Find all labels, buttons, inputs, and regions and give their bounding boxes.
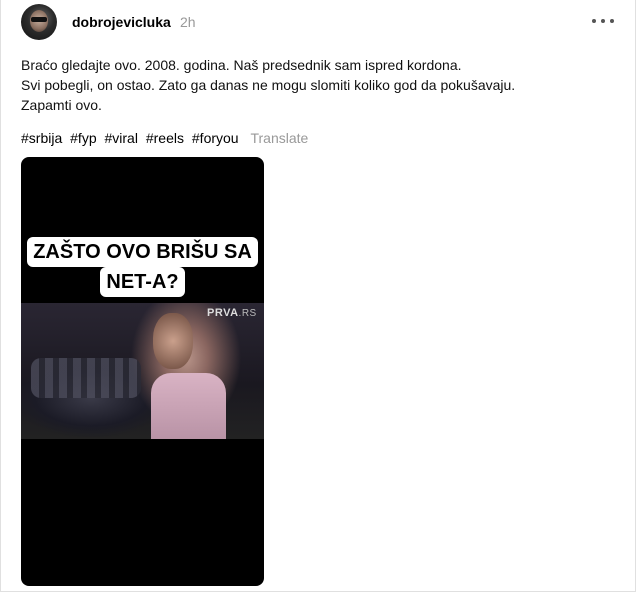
post-card: dobrojevicluka 2h Braćo gledajte ovo. 20… xyxy=(0,0,636,592)
video-frame xyxy=(21,303,264,439)
headline-line-1: ZAŠTO OVO BRIŠU SA xyxy=(27,237,258,267)
hashtag-row: #srbija #fyp #viral #reels #foryou Trans… xyxy=(21,130,308,146)
police-cordon xyxy=(31,358,141,398)
dot xyxy=(610,19,614,23)
headline-line-2: NET-A? xyxy=(100,267,185,297)
avatar-sunglasses xyxy=(31,17,47,22)
username-link[interactable]: dobrojevicluka xyxy=(72,14,171,30)
watermark-suffix: .RS xyxy=(238,308,257,319)
avatar[interactable] xyxy=(21,4,57,40)
hashtag-link[interactable]: #foryou xyxy=(192,130,239,146)
translate-link[interactable]: Translate xyxy=(250,130,308,146)
channel-watermark: PRVA.RS xyxy=(207,307,257,319)
more-options-icon[interactable] xyxy=(592,12,614,30)
person-head xyxy=(153,313,193,369)
caption-line: Braćo gledajte ovo. 2008. godina. Naš pr… xyxy=(21,57,462,73)
person-shirt xyxy=(151,373,226,439)
watermark-main: PRVA xyxy=(207,307,239,319)
video-player[interactable]: ZAŠTO OVO BRIŠU SA NET-A? PRVA.RS xyxy=(21,157,264,586)
hashtag-link[interactable]: #viral xyxy=(105,130,138,146)
hashtag-link[interactable]: #srbija xyxy=(21,130,62,146)
post-timestamp[interactable]: 2h xyxy=(180,14,196,30)
dot xyxy=(592,19,596,23)
video-headline: ZAŠTO OVO BRIŠU SA NET-A? xyxy=(21,237,264,297)
caption-line: Zapamti ovo. xyxy=(21,97,102,113)
hashtag-link[interactable]: #fyp xyxy=(70,130,96,146)
dot xyxy=(601,19,605,23)
caption-line: Svi pobegli, on ostao. Zato ga danas ne … xyxy=(21,77,516,93)
post-caption: Braćo gledajte ovo. 2008. godina. Naš pr… xyxy=(21,55,621,115)
hashtag-link[interactable]: #reels xyxy=(146,130,184,146)
